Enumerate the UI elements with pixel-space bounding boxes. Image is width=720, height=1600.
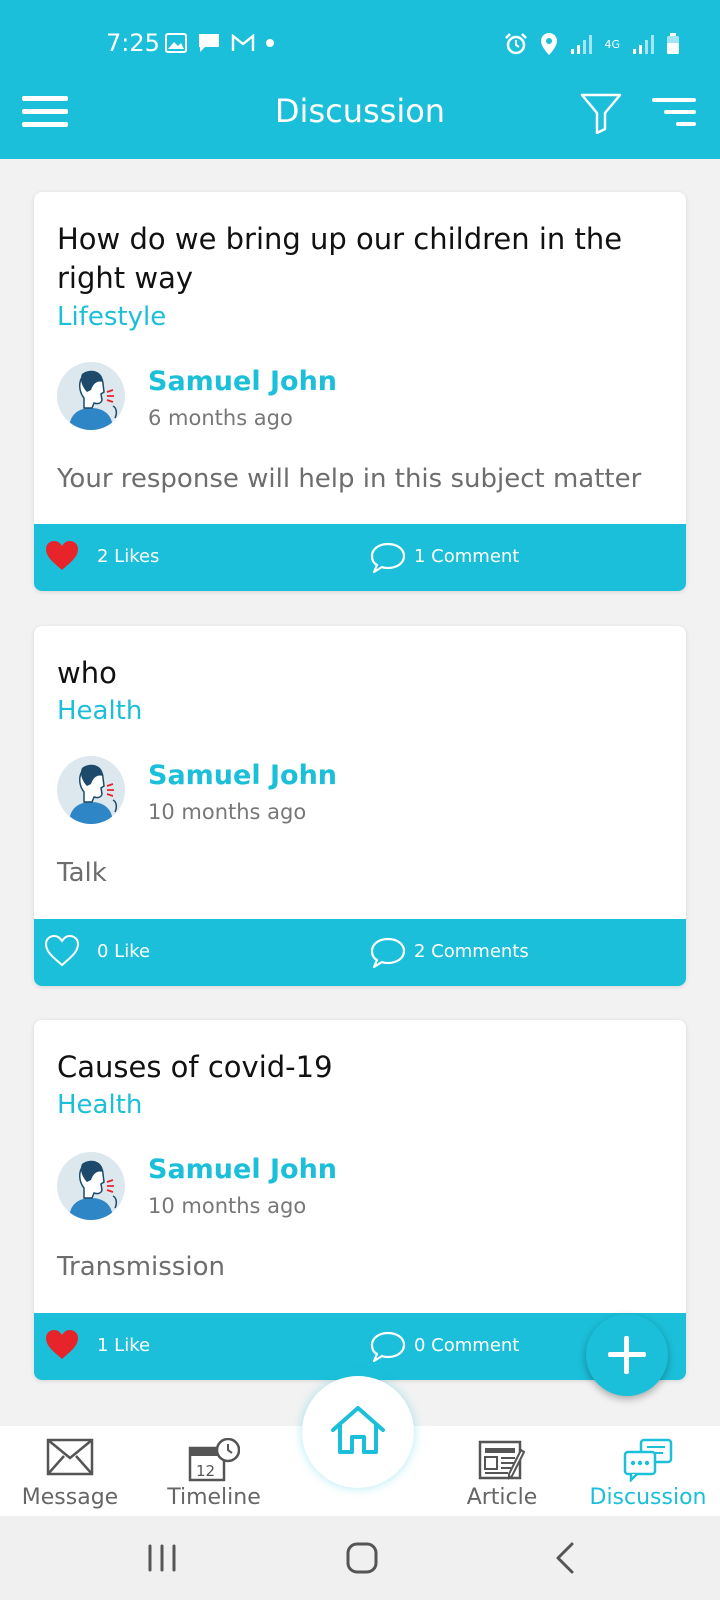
user-avatar-icon [69, 764, 118, 824]
comment-count[interactable]: 2 Comments [414, 941, 529, 962]
location-icon [541, 33, 558, 55]
discussion-category: Lifestyle [57, 302, 167, 332]
alarm-icon [505, 33, 528, 55]
like-count[interactable]: 1 Like [97, 1335, 150, 1356]
user-avatar-icon [69, 1160, 118, 1220]
discussion-card[interactable]: Causes of covid-19 Health Samuel John 10… [34, 1020, 686, 1380]
dot-notification-icon [266, 39, 274, 47]
avatar[interactable] [57, 756, 125, 824]
discussion-card[interactable]: How do we bring up our children in the r… [34, 192, 686, 591]
message-notification-icon [199, 34, 219, 52]
nav-label-article: Article [466, 1485, 538, 1510]
system-navigation-bar [0, 1516, 720, 1600]
add-discussion-button[interactable] [586, 1314, 668, 1396]
nav-label-discussion: Discussion [589, 1485, 707, 1510]
home-system-icon[interactable] [342, 1538, 382, 1578]
back-icon[interactable] [546, 1538, 586, 1578]
discussion-body: Talk [57, 858, 107, 888]
discussion-title: How do we bring up our children in the r… [57, 222, 623, 295]
author-name[interactable]: Samuel John [148, 366, 337, 397]
status-notification-icons [165, 32, 275, 54]
battery-icon [667, 33, 679, 54]
nav-label-timeline: Timeline [167, 1485, 261, 1510]
status-system-icons: 4G [504, 32, 680, 56]
author-name[interactable]: Samuel John [148, 1154, 337, 1185]
recent-apps-icon[interactable] [142, 1538, 182, 1578]
avatar[interactable] [57, 1152, 125, 1220]
app-header: 7:25 4G Discussion [0, 0, 720, 159]
heart-icon[interactable] [45, 1329, 79, 1361]
nav-timeline[interactable]: 12 Timeline [144, 1426, 284, 1516]
heart-icon[interactable] [45, 540, 79, 572]
discussion-body: Your response will help in this subject … [57, 464, 642, 494]
discussion-title: Causes of covid-19 [57, 1050, 333, 1084]
envelope-icon [46, 1438, 94, 1476]
newspaper-icon [478, 1440, 526, 1480]
signal-icon [571, 35, 593, 54]
sort-button[interactable] [652, 98, 696, 130]
like-count[interactable]: 0 Like [97, 941, 150, 962]
status-bar: 7:25 4G [0, 0, 720, 88]
status-time: 7:25 [106, 29, 160, 57]
home-button[interactable] [302, 1376, 414, 1488]
post-time: 10 months ago [148, 1194, 307, 1218]
discussion-category: Health [57, 1090, 143, 1120]
comment-bubble-icon[interactable] [370, 937, 406, 969]
gmail-notification-icon [231, 34, 255, 51]
comment-bubble-icon[interactable] [370, 1331, 406, 1363]
discussion-title: who [57, 656, 117, 690]
discussion-category: Health [57, 696, 143, 726]
signal-2-icon [633, 35, 654, 54]
comment-bubble-icon[interactable] [370, 542, 406, 574]
card-footer: 0 Like 2 Comments [34, 919, 686, 986]
discussion-body: Transmission [57, 1252, 225, 1282]
post-time: 6 months ago [148, 406, 293, 430]
filter-button[interactable] [580, 92, 622, 135]
home-icon [331, 1406, 385, 1454]
nav-discussion[interactable]: Discussion [576, 1426, 720, 1516]
network-type: 4G [604, 37, 620, 51]
card-footer: 2 Likes 1 Comment [34, 524, 686, 591]
discussion-card[interactable]: who Health Samuel John 10 months ago Tal… [34, 626, 686, 986]
filter-icon [580, 93, 622, 135]
nav-article[interactable]: Article [432, 1426, 572, 1516]
nav-label-message: Message [21, 1485, 119, 1510]
chat-bubbles-icon [623, 1438, 673, 1482]
comment-count[interactable]: 0 Comment [414, 1335, 519, 1356]
post-time: 10 months ago [148, 800, 307, 824]
like-count[interactable]: 2 Likes [97, 546, 159, 567]
author-name[interactable]: Samuel John [148, 760, 337, 791]
comment-count[interactable]: 1 Comment [414, 546, 519, 567]
nav-message[interactable]: Message [0, 1426, 140, 1516]
avatar[interactable] [57, 362, 125, 430]
calendar-day: 12 [196, 1462, 215, 1480]
sort-icon [652, 98, 696, 102]
calendar-clock-icon: 12 [188, 1438, 240, 1482]
gallery-notification-icon [165, 33, 187, 53]
heart-outline-icon[interactable] [45, 935, 79, 967]
user-avatar-icon [69, 370, 118, 430]
